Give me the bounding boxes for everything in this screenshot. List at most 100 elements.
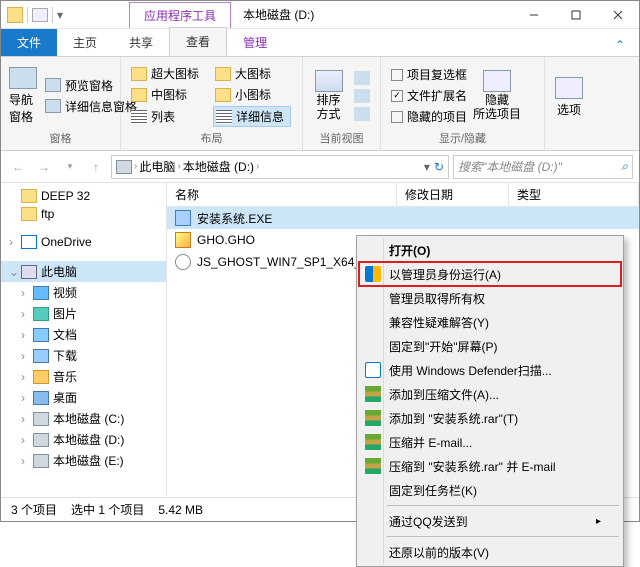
iso-icon xyxy=(175,254,191,270)
file-row[interactable]: 安装系统.EXE xyxy=(167,207,639,229)
rar-icon xyxy=(365,410,381,426)
ctx-prev-version[interactable]: 还原以前的版本(V) xyxy=(359,540,621,564)
up-button[interactable]: ↑ xyxy=(85,156,107,178)
chevron-right-icon[interactable]: › xyxy=(134,161,137,172)
ctx-pin-taskbar[interactable]: 固定到任务栏(K) xyxy=(359,478,621,502)
hide-selected-button[interactable]: 隐藏 所选项目 xyxy=(475,61,519,130)
address-bar: ← → ▾ ↑ › 此电脑 › 本地磁盘 (D:) › ▾ ↻ 搜索"本地磁盘 … xyxy=(1,151,639,183)
current-view-group: 排序方式 当前视图 xyxy=(303,57,381,150)
tree-videos[interactable]: ›视频 xyxy=(1,282,166,303)
tree-deep32[interactable]: DEEP 32 xyxy=(1,187,166,205)
show-hide-group: 项目复选框 文件扩展名 隐藏的项目 隐藏 所选项目 显示/隐藏 xyxy=(381,57,545,150)
tree-c-drive[interactable]: ›本地磁盘 (C:) xyxy=(1,408,166,429)
manage-tab[interactable]: 管理 xyxy=(227,29,283,56)
view-tab[interactable]: 查看 xyxy=(169,27,227,56)
breadcrumb-drive[interactable]: 本地磁盘 (D:) xyxy=(183,158,254,175)
dropdown-icon[interactable]: ▾ xyxy=(424,160,430,174)
refresh-icon[interactable]: ↻ xyxy=(434,160,444,174)
separator xyxy=(387,505,619,506)
recent-dropdown[interactable]: ▾ xyxy=(59,156,81,178)
sort-button[interactable]: 排序方式 xyxy=(311,61,346,130)
tree-pictures[interactable]: ›图片 xyxy=(1,303,166,324)
defender-icon xyxy=(365,362,381,378)
separator xyxy=(387,536,619,537)
col-date[interactable]: 修改日期 xyxy=(397,183,509,206)
ctx-rar-email[interactable]: 压缩到 "安装系统.rar" 并 E-mail xyxy=(359,454,621,478)
properties-icon[interactable] xyxy=(32,8,48,22)
ctx-troubleshoot[interactable]: 兼容性疑难解答(Y) xyxy=(359,310,621,334)
m-icons-button[interactable]: 中图标 xyxy=(129,85,211,104)
col-name[interactable]: 名称 xyxy=(167,183,397,206)
ctx-email[interactable]: 压缩并 E-mail... xyxy=(359,430,621,454)
ctx-qq-send[interactable]: 通过QQ发送到▸ xyxy=(359,509,621,533)
details-button[interactable]: 详细信息 xyxy=(213,106,291,127)
ctx-defender[interactable]: 使用 Windows Defender扫描... xyxy=(359,358,621,382)
titlebar: ▾ 应用程序工具 本地磁盘 (D:) xyxy=(1,1,639,29)
group-by-icon[interactable] xyxy=(352,70,372,86)
window-title: 本地磁盘 (D:) xyxy=(243,6,314,23)
search-icon[interactable]: ⌕ xyxy=(621,159,628,174)
app-tools-tab[interactable]: 应用程序工具 xyxy=(129,2,231,28)
rar-icon xyxy=(365,386,381,402)
separator xyxy=(27,7,28,23)
chevron-right-icon[interactable]: › xyxy=(256,161,259,172)
quick-access-toolbar: ▾ xyxy=(1,7,69,23)
tree-downloads[interactable]: ›下载 xyxy=(1,345,166,366)
nav-pane-button[interactable]: 导航窗格 xyxy=(9,61,37,130)
tree-e-drive[interactable]: ›本地磁盘 (E:) xyxy=(1,450,166,471)
search-input[interactable]: 搜索"本地磁盘 (D:)" ⌕ xyxy=(453,155,633,179)
ctx-add-rar[interactable]: 添加到 "安装系统.rar"(T) xyxy=(359,406,621,430)
contextual-tabs: 应用程序工具 xyxy=(129,2,231,28)
options-button[interactable]: 选项 xyxy=(553,61,585,134)
size-columns-icon[interactable] xyxy=(352,106,372,122)
layout-group-label: 布局 xyxy=(129,130,294,146)
qat-dropdown-icon[interactable]: ▾ xyxy=(57,8,63,22)
home-tab[interactable]: 主页 xyxy=(57,29,113,56)
xl-icons-button[interactable]: 超大图标 xyxy=(129,64,211,83)
share-tab[interactable]: 共享 xyxy=(113,29,169,56)
back-button[interactable]: ← xyxy=(7,156,29,178)
forward-button[interactable]: → xyxy=(33,156,55,178)
nav-tree[interactable]: DEEP 32 ftp ›OneDrive ⌄此电脑 ›视频 ›图片 ›文档 ›… xyxy=(1,183,167,495)
tree-onedrive[interactable]: ›OneDrive xyxy=(1,233,166,251)
separator xyxy=(52,7,53,23)
breadcrumb[interactable]: › 此电脑 › 本地磁盘 (D:) › ▾ ↻ xyxy=(111,155,449,179)
close-button[interactable] xyxy=(597,1,639,29)
rar-icon xyxy=(365,458,381,474)
s-icons-button[interactable]: 小图标 xyxy=(213,85,291,104)
status-selected: 选中 1 个项目 xyxy=(71,501,144,518)
col-type[interactable]: 类型 xyxy=(509,183,639,206)
nav-pane-label: 导航窗格 xyxy=(9,91,37,125)
hidden-items-toggle[interactable]: 隐藏的项目 xyxy=(389,107,469,126)
list-button[interactable]: 列表 xyxy=(129,106,211,127)
ribbon: 导航窗格 预览窗格 详细信息窗格 窗格 超大图标 大图标 中图标 小图标 列表 xyxy=(1,57,639,151)
ctx-add-archive[interactable]: 添加到压缩文件(A)... xyxy=(359,382,621,406)
tree-desktop[interactable]: ›桌面 xyxy=(1,387,166,408)
collapse-ribbon-icon[interactable]: ⌃ xyxy=(611,34,629,56)
drive-icon xyxy=(116,160,132,174)
add-columns-icon[interactable] xyxy=(352,88,372,104)
tree-this-pc[interactable]: ⌄此电脑 xyxy=(1,261,166,282)
ctx-pin-start[interactable]: 固定到"开始"屏幕(P) xyxy=(359,334,621,358)
file-tab[interactable]: 文件 xyxy=(1,29,57,56)
item-checkbox-toggle[interactable]: 项目复选框 xyxy=(389,65,469,84)
l-icons-button[interactable]: 大图标 xyxy=(213,64,291,83)
panes-group: 导航窗格 预览窗格 详细信息窗格 窗格 xyxy=(1,57,121,150)
tree-ftp[interactable]: ftp xyxy=(1,205,166,223)
tree-d-drive[interactable]: ›本地磁盘 (D:) xyxy=(1,429,166,450)
tree-documents[interactable]: ›文档 xyxy=(1,324,166,345)
exe-icon xyxy=(175,210,191,226)
maximize-button[interactable] xyxy=(555,1,597,29)
status-count: 3 个项目 xyxy=(11,501,57,518)
rar-icon xyxy=(365,434,381,450)
breadcrumb-this-pc[interactable]: 此电脑 xyxy=(139,158,175,175)
file-ext-toggle[interactable]: 文件扩展名 xyxy=(389,86,469,105)
ctx-admin-ownership[interactable]: 管理员取得所有权 xyxy=(359,286,621,310)
options-group: 选项 xyxy=(545,57,593,150)
minimize-button[interactable] xyxy=(513,1,555,29)
layout-group: 超大图标 大图标 中图标 小图标 列表 详细信息 布局 xyxy=(121,57,303,150)
ctx-run-as-admin[interactable]: 以管理员身份运行(A) xyxy=(359,262,621,286)
ctx-open[interactable]: 打开(O) xyxy=(359,238,621,262)
tree-music[interactable]: ›音乐 xyxy=(1,366,166,387)
chevron-right-icon[interactable]: › xyxy=(177,161,180,172)
